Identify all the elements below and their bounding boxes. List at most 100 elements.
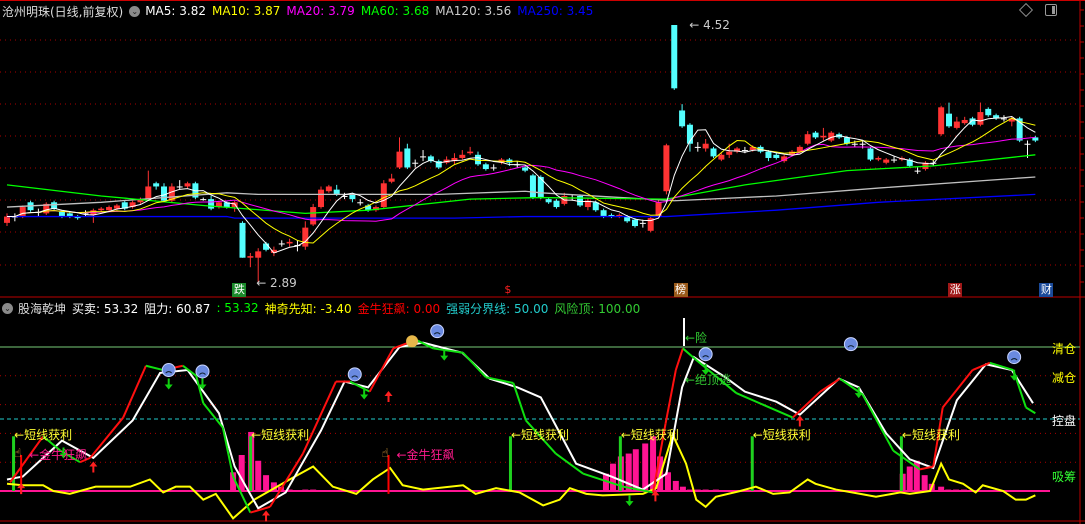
candle-up bbox=[98, 208, 105, 211]
short-profit-bar bbox=[618, 436, 622, 491]
candle-up bbox=[4, 216, 10, 223]
buysell-segment bbox=[555, 452, 584, 475]
candle-up bbox=[938, 107, 945, 135]
level-reduce-label: 减仓 bbox=[1052, 371, 1077, 385]
sad-face-icon bbox=[698, 347, 713, 362]
buysell-segment bbox=[122, 365, 147, 418]
level-control-label: 控盘 bbox=[1052, 414, 1077, 428]
candle-up bbox=[106, 207, 113, 211]
candle-down bbox=[529, 175, 536, 198]
buysell-segment bbox=[221, 427, 235, 477]
escape-label: ←绝顶逃 bbox=[685, 373, 732, 387]
level-clear-label: 清仓 bbox=[1052, 342, 1077, 356]
candle-up bbox=[286, 241, 293, 244]
candle-up bbox=[396, 151, 403, 168]
candle-up bbox=[726, 151, 733, 155]
candle-up bbox=[804, 134, 811, 144]
buysell-segment bbox=[892, 449, 921, 471]
candle-up bbox=[200, 199, 207, 201]
candle-up bbox=[953, 121, 960, 128]
candle-up bbox=[883, 159, 890, 163]
candle-up bbox=[255, 251, 262, 258]
candle-down bbox=[553, 200, 560, 208]
buysell-segment bbox=[269, 453, 304, 508]
short-profit-bar bbox=[249, 436, 253, 491]
candle-down bbox=[946, 113, 952, 127]
bull-bar bbox=[921, 475, 928, 491]
candle-up bbox=[891, 159, 898, 161]
candle-up bbox=[420, 156, 427, 158]
candle-up bbox=[490, 167, 497, 169]
buysell-segment bbox=[145, 364, 164, 372]
candle-down bbox=[679, 110, 686, 127]
buysell-segment bbox=[462, 352, 487, 378]
bull-run-label: ←金牛狂飙 bbox=[396, 448, 455, 463]
candle-up bbox=[184, 183, 191, 187]
candle-up bbox=[639, 222, 646, 224]
candle-up bbox=[412, 162, 419, 164]
candle-up bbox=[145, 186, 152, 200]
sad-face-icon bbox=[430, 324, 445, 339]
sad-face-icon bbox=[347, 367, 362, 382]
buysell-segment bbox=[819, 377, 841, 393]
hand-icon: ☝ bbox=[14, 446, 22, 460]
candle-down bbox=[404, 148, 411, 168]
short-profit-label: ←短线获利 bbox=[752, 428, 811, 443]
candle-up bbox=[380, 183, 387, 208]
candle-up bbox=[278, 243, 285, 245]
chart-canvas[interactable] bbox=[0, 0, 1085, 524]
candle-down bbox=[765, 151, 772, 158]
candle-up bbox=[977, 112, 984, 125]
buysell-segment bbox=[919, 465, 934, 471]
hand-icon: ☝ bbox=[381, 446, 389, 460]
candle-up bbox=[318, 189, 324, 208]
candle-up bbox=[851, 143, 858, 145]
candle-up bbox=[875, 157, 882, 160]
buysell-segment bbox=[941, 369, 974, 409]
candle-down bbox=[710, 148, 717, 157]
buysell-segment bbox=[1025, 406, 1036, 415]
bull-bar bbox=[672, 480, 679, 491]
bull-run-label: ←金牛狂飙 bbox=[29, 448, 88, 463]
candle-up bbox=[694, 146, 701, 148]
buysell-segment bbox=[682, 347, 697, 361]
short-profit-bar bbox=[508, 436, 512, 491]
candle-down bbox=[773, 154, 780, 158]
candle-down bbox=[545, 199, 552, 203]
sell-arrow-icon bbox=[164, 378, 173, 390]
candle-up bbox=[247, 256, 254, 258]
buy-arrow-icon bbox=[89, 461, 98, 473]
level-absorb-label: 吸筹 bbox=[1052, 470, 1077, 484]
sad-face-icon bbox=[161, 363, 176, 378]
candle-up bbox=[914, 170, 921, 172]
short-profit-bar bbox=[899, 436, 903, 491]
short-profit-label: ←短线获利 bbox=[901, 428, 960, 443]
short-profit-label: ←短线获利 bbox=[620, 428, 679, 443]
candle-up bbox=[388, 178, 395, 182]
bull-bar bbox=[255, 460, 262, 491]
event-badge: 涨 bbox=[948, 283, 963, 297]
short-profit-label: ←短线获利 bbox=[510, 428, 570, 443]
candle-down bbox=[239, 222, 246, 258]
candle-up bbox=[357, 202, 364, 204]
candle-up bbox=[961, 119, 968, 124]
bull-bar bbox=[263, 475, 270, 491]
event-badge: 跌 bbox=[232, 283, 247, 297]
prophet-line bbox=[6, 432, 1036, 520]
buy-arrow-icon bbox=[795, 415, 804, 427]
candle-down bbox=[482, 164, 489, 170]
candle-down bbox=[51, 202, 58, 209]
candle-up bbox=[741, 150, 748, 152]
bull-bar bbox=[238, 455, 245, 491]
short-profit-bar bbox=[750, 436, 754, 491]
candle-up bbox=[702, 143, 709, 149]
candle-down bbox=[867, 148, 874, 160]
buysell-segment bbox=[674, 348, 684, 371]
candle-down bbox=[985, 108, 992, 116]
ma20-line bbox=[7, 136, 1036, 222]
candle-up bbox=[859, 143, 866, 145]
sad-face-icon bbox=[843, 337, 858, 352]
candle-up bbox=[310, 207, 317, 225]
candle-down bbox=[600, 210, 607, 217]
bull-bar bbox=[906, 466, 913, 491]
